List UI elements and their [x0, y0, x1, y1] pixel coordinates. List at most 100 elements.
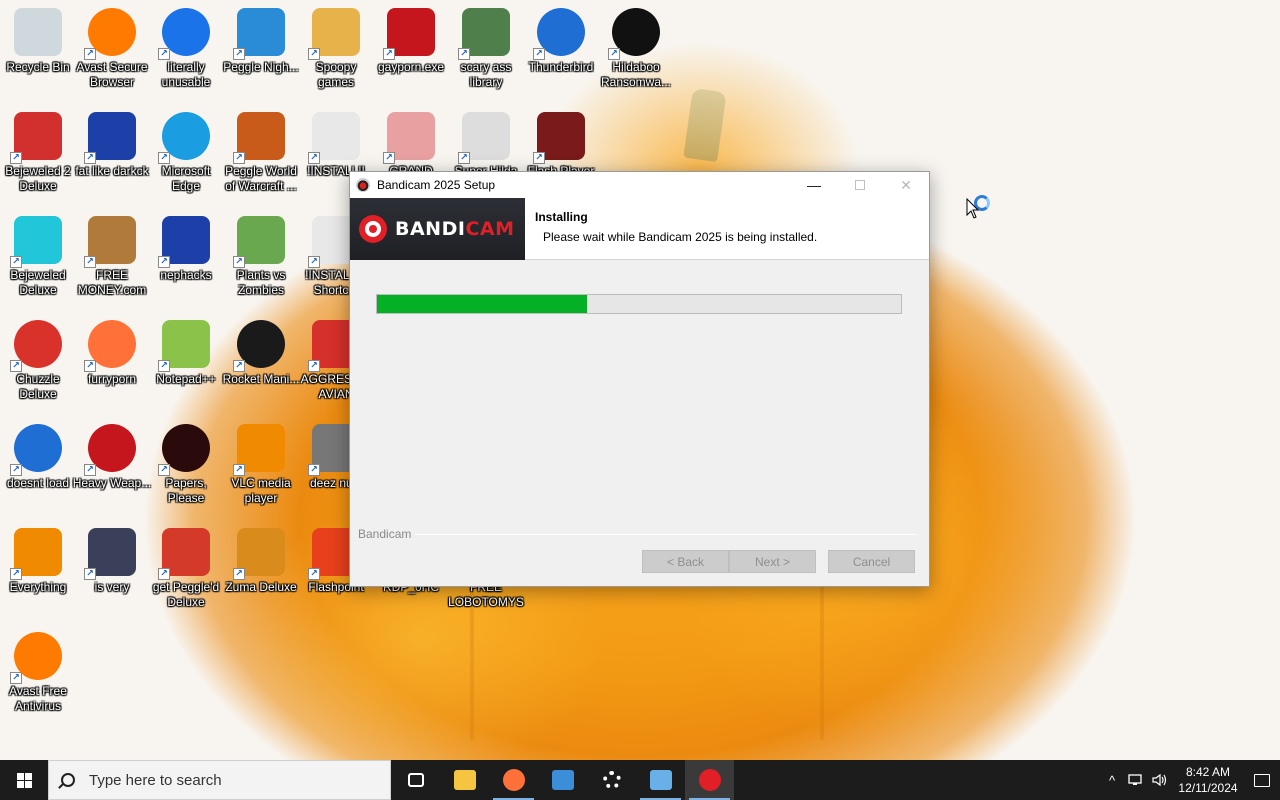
desktop-icon-label: is very — [94, 580, 130, 594]
shortcut-arrow-icon: ↗ — [84, 152, 96, 164]
system-tray: ^ 8:42 AM 12/11/2024 — [1100, 760, 1280, 800]
desktop-icon[interactable]: ↗ Spoopy games — [298, 0, 374, 100]
desktop-icon[interactable]: ↗ Zuma Deluxe — [223, 520, 299, 620]
taskbar-app-settings[interactable] — [587, 760, 636, 800]
desktop-icon[interactable]: ↗ doesnt load — [0, 416, 76, 516]
shortcut-arrow-icon: ↗ — [233, 568, 245, 580]
desktop-icon[interactable]: ↗ Bejeweled Deluxe — [0, 208, 76, 308]
desktop-icon[interactable]: ↗ Microsoft Edge — [148, 104, 224, 204]
desktop-icon[interactable]: ↗ Hildaboo Ransomwa... — [598, 0, 674, 100]
desktop-icon[interactable]: ↗ Peggle Nigh... — [223, 0, 299, 100]
desktop-icon[interactable]: ↗ gayporn.exe — [373, 0, 449, 100]
step-subtitle: Please wait while Bandicam 2025 is being… — [543, 230, 818, 244]
peggle-icon: ↗ — [233, 8, 285, 60]
branding-divider — [415, 533, 917, 535]
taskbar-app-file-explorer[interactable] — [440, 760, 489, 800]
shortcut-arrow-icon: ↗ — [458, 48, 470, 60]
desktop-icon[interactable]: ↗ Chuzzle Deluxe — [0, 312, 76, 412]
money-bag-icon: ↗ — [84, 216, 136, 268]
volume-icon[interactable] — [1148, 772, 1172, 788]
file-explorer-icon — [453, 770, 476, 790]
zuma-icon: ↗ — [233, 528, 285, 580]
shortcut-arrow-icon: ↗ — [10, 464, 22, 476]
taskbar-app-task-view[interactable] — [391, 760, 440, 800]
desktop-icon[interactable]: ↗ Avast Free Antivirus — [0, 624, 76, 724]
desktop-icon-label: Bejeweled Deluxe — [10, 268, 66, 297]
radiation-icon: ↗ — [84, 424, 136, 476]
shortcut-arrow-icon: ↗ — [10, 360, 22, 372]
desktop-icon-label: Heavy Weap... — [72, 476, 152, 490]
desktop-icon[interactable]: ↗ Notepad++ — [148, 312, 224, 412]
desktop-icon[interactable]: ↗ Peggle World of Warcraft ... — [223, 104, 299, 204]
yashma-icon: ↗ — [608, 8, 660, 60]
desktop-icon[interactable]: ↗ Plants vs Zombies — [223, 208, 299, 308]
desktop-icon-label: Everything — [9, 580, 67, 594]
minimize-button[interactable]: — — [791, 172, 837, 198]
desktop-icon[interactable]: ↗ Rocket Mani... — [223, 312, 299, 412]
shortcut-arrow-icon: ↗ — [233, 360, 245, 372]
back-button: < Back — [642, 550, 729, 573]
pixel-icon: ↗ — [458, 112, 510, 164]
desktop-icon[interactable]: Recycle Bin — [0, 0, 76, 100]
desktop-icon[interactable]: ↗ Bejeweled 2 Deluxe — [0, 104, 76, 204]
desktop-icon[interactable]: ↗ is very — [74, 520, 150, 620]
library-icon: ↗ — [458, 8, 510, 60]
shortcut-arrow-icon: ↗ — [308, 360, 320, 372]
shortcut-arrow-icon: ↗ — [158, 48, 170, 60]
shortcut-arrow-icon: ↗ — [233, 464, 245, 476]
shortcut-arrow-icon: ↗ — [84, 464, 96, 476]
desktop-icon[interactable]: ↗ fat like darkck — [74, 104, 150, 204]
chuzzle-icon: ↗ — [10, 320, 62, 372]
cancel-button: Cancel — [828, 550, 915, 573]
search-placeholder: Type here to search — [89, 771, 222, 789]
desktop-icon[interactable]: ↗ VLC media player — [223, 416, 299, 516]
desktop-icon[interactable]: ↗ scary ass library — [448, 0, 524, 100]
dialog-titlebar[interactable]: Bandicam 2025 Setup — ✕ — [350, 172, 929, 198]
desktop-icon-label: fat like darkck — [75, 164, 149, 178]
desktop-icon[interactable]: ↗ furryporn — [74, 312, 150, 412]
mpi-icon: ↗ — [84, 112, 136, 164]
notification-center-button[interactable] — [1244, 760, 1280, 800]
desktop-icon[interactable]: ↗ Heavy Weap... — [72, 416, 152, 516]
thunderbird-icon: ↗ — [533, 8, 585, 60]
shortcut-arrow-icon: ↗ — [10, 256, 22, 268]
desktop-icon[interactable]: ↗ FREE MONEY.com — [74, 208, 150, 308]
desktop-icon-label: Recycle Bin — [6, 60, 70, 74]
edge-icon: ↗ — [158, 112, 210, 164]
desktop-icon[interactable]: ↗ Thunderbird — [523, 0, 599, 100]
taskbar-app-control-panel[interactable] — [636, 760, 685, 800]
taskbar-app-microsoft-store[interactable] — [538, 760, 587, 800]
start-button[interactable] — [0, 760, 48, 800]
desktop-icon[interactable]: ↗ Everything — [0, 520, 76, 620]
clock-date: 12/11/2024 — [1178, 781, 1238, 795]
bandicam-record-icon — [359, 215, 387, 243]
desktop-icon[interactable]: ↗ get Peggle'd Deluxe — [148, 520, 224, 620]
taskbar-clock[interactable]: 8:42 AM 12/11/2024 — [1172, 764, 1244, 796]
task-view-icon — [407, 773, 424, 787]
desktop-icon-label: Papers, Please — [165, 476, 207, 505]
desktop-icon-label: Peggle World of Warcraft ... — [225, 164, 297, 193]
header-text: Installing Please wait while Bandicam 20… — [525, 198, 817, 259]
mouse-pointer-icon — [966, 198, 980, 219]
taskbar-app-bandicam-setup[interactable] — [685, 760, 734, 800]
shortcut-arrow-icon: ↗ — [533, 48, 545, 60]
shortcut-arrow-icon: ↗ — [233, 48, 245, 60]
desktop-icon-label: Spoopy games — [315, 60, 357, 89]
show-hidden-icons-button[interactable]: ^ — [1100, 773, 1124, 788]
desktop-icon-label: Avast Free Antivirus — [9, 684, 67, 713]
shortcut-arrow-icon: ↗ — [308, 256, 320, 268]
gem-icon: ↗ — [10, 216, 62, 268]
network-icon[interactable] — [1124, 772, 1148, 788]
desktop-icon[interactable]: ↗ nephacks — [148, 208, 224, 308]
taskbar-app-firefox[interactable] — [489, 760, 538, 800]
shortcut-arrow-icon: ↗ — [158, 152, 170, 164]
desktop-icon[interactable]: ↗ Avast Secure Browser — [74, 0, 150, 100]
desktop-icon[interactable]: ↗ literally unusable — [148, 0, 224, 100]
desktop-icon-label: doesnt load — [6, 476, 70, 490]
shortcut-arrow-icon: ↗ — [308, 152, 320, 164]
shortcut-arrow-icon: ↗ — [308, 464, 320, 476]
desktop-icon[interactable]: ↗ Papers, Please — [148, 416, 224, 516]
taskbar-search[interactable]: Type here to search — [48, 760, 391, 800]
desktop-icon-label: literally unusable — [161, 60, 211, 89]
text-file-icon: ↗ — [308, 112, 360, 164]
